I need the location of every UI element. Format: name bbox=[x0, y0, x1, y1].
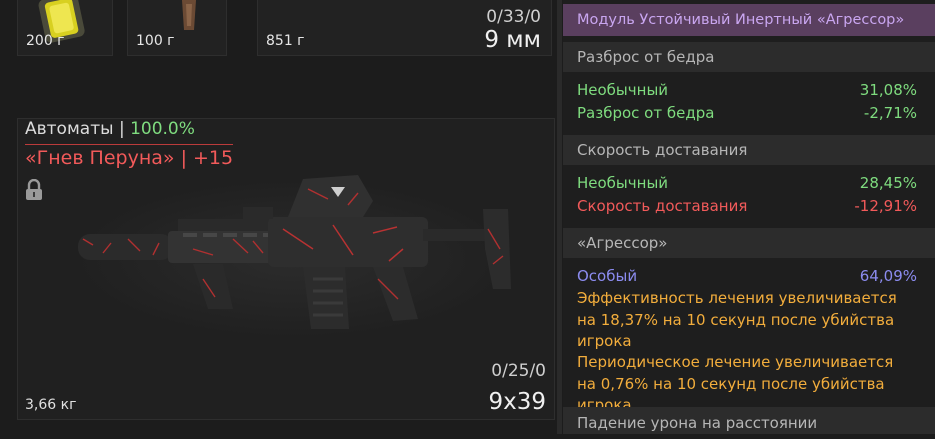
item-slot-1[interactable]: 200 г bbox=[17, 0, 113, 56]
module-title: Модуль Устойчивый Инертный «Агрессор» bbox=[563, 4, 935, 36]
stat-value: -12,91% bbox=[854, 197, 917, 215]
ammo-count: 0/33/0 bbox=[486, 7, 541, 27]
divider-line bbox=[25, 144, 233, 145]
lock-icon[interactable] bbox=[25, 179, 43, 201]
stat-row: Необычный 31,08% bbox=[577, 79, 917, 101]
section-header-aggressor: «Агрессор» bbox=[563, 228, 935, 258]
stat-row: Необычный 28,45% bbox=[577, 172, 917, 194]
category-percent: 100.0% bbox=[130, 119, 195, 139]
stat-value: 28,45% bbox=[859, 174, 917, 192]
panel-divider bbox=[557, 0, 562, 434]
stat-value: 64,09% bbox=[859, 267, 917, 285]
item-weight: 851 г bbox=[266, 33, 305, 49]
stat-value: -2,71% bbox=[863, 104, 917, 122]
category-separator: | bbox=[118, 119, 125, 139]
brown-item-icon bbox=[182, 0, 196, 30]
item-slot-2[interactable]: 100 г bbox=[127, 0, 227, 56]
stat-value: 31,08% bbox=[859, 81, 917, 99]
item-weight: 200 г bbox=[26, 33, 65, 49]
weapon-card[interactable]: Автоматы | 100.0% «Гнев Перуна» | +15 3,… bbox=[17, 118, 555, 420]
stat-label: Особый bbox=[577, 267, 638, 285]
module-stats-panel: Модуль Устойчивый Инертный «Агрессор» Ра… bbox=[563, 0, 935, 434]
perk-description: Эффективность лечения увеличивается на 1… bbox=[577, 289, 897, 350]
section-header-damage-falloff: Падение урона на расстоянии bbox=[563, 407, 935, 434]
weapon-skin-name: «Гнев Перуна» | +15 bbox=[25, 147, 234, 169]
stat-label: Необычный bbox=[577, 81, 669, 99]
stat-label: Скорость доставания bbox=[577, 197, 748, 215]
stat-row: Разброс от бедра -2,71% bbox=[577, 102, 917, 124]
stat-row: Скорость доставания -12,91% bbox=[577, 195, 917, 217]
weapon-category: Автоматы | 100.0% bbox=[25, 119, 195, 139]
weapon-image bbox=[73, 175, 513, 339]
item-weight: 100 г bbox=[136, 33, 175, 49]
stat-row: Особый 64,09% bbox=[577, 265, 917, 287]
weapon-caliber: 9x39 bbox=[488, 389, 546, 415]
item-slot-3[interactable]: 851 г 0/33/0 9 мм bbox=[257, 0, 552, 56]
weapon-weight: 3,66 кг bbox=[25, 397, 77, 413]
section-header-hip-spread: Разброс от бедра bbox=[563, 42, 935, 72]
magazine-count: 0/25/0 bbox=[491, 361, 546, 381]
stat-label: Разброс от бедра bbox=[577, 104, 715, 122]
section-header-draw-speed: Скорость доставания bbox=[563, 135, 935, 165]
stat-label: Необычный bbox=[577, 174, 669, 192]
category-name: Автоматы bbox=[25, 119, 114, 139]
caliber: 9 мм bbox=[484, 27, 541, 53]
